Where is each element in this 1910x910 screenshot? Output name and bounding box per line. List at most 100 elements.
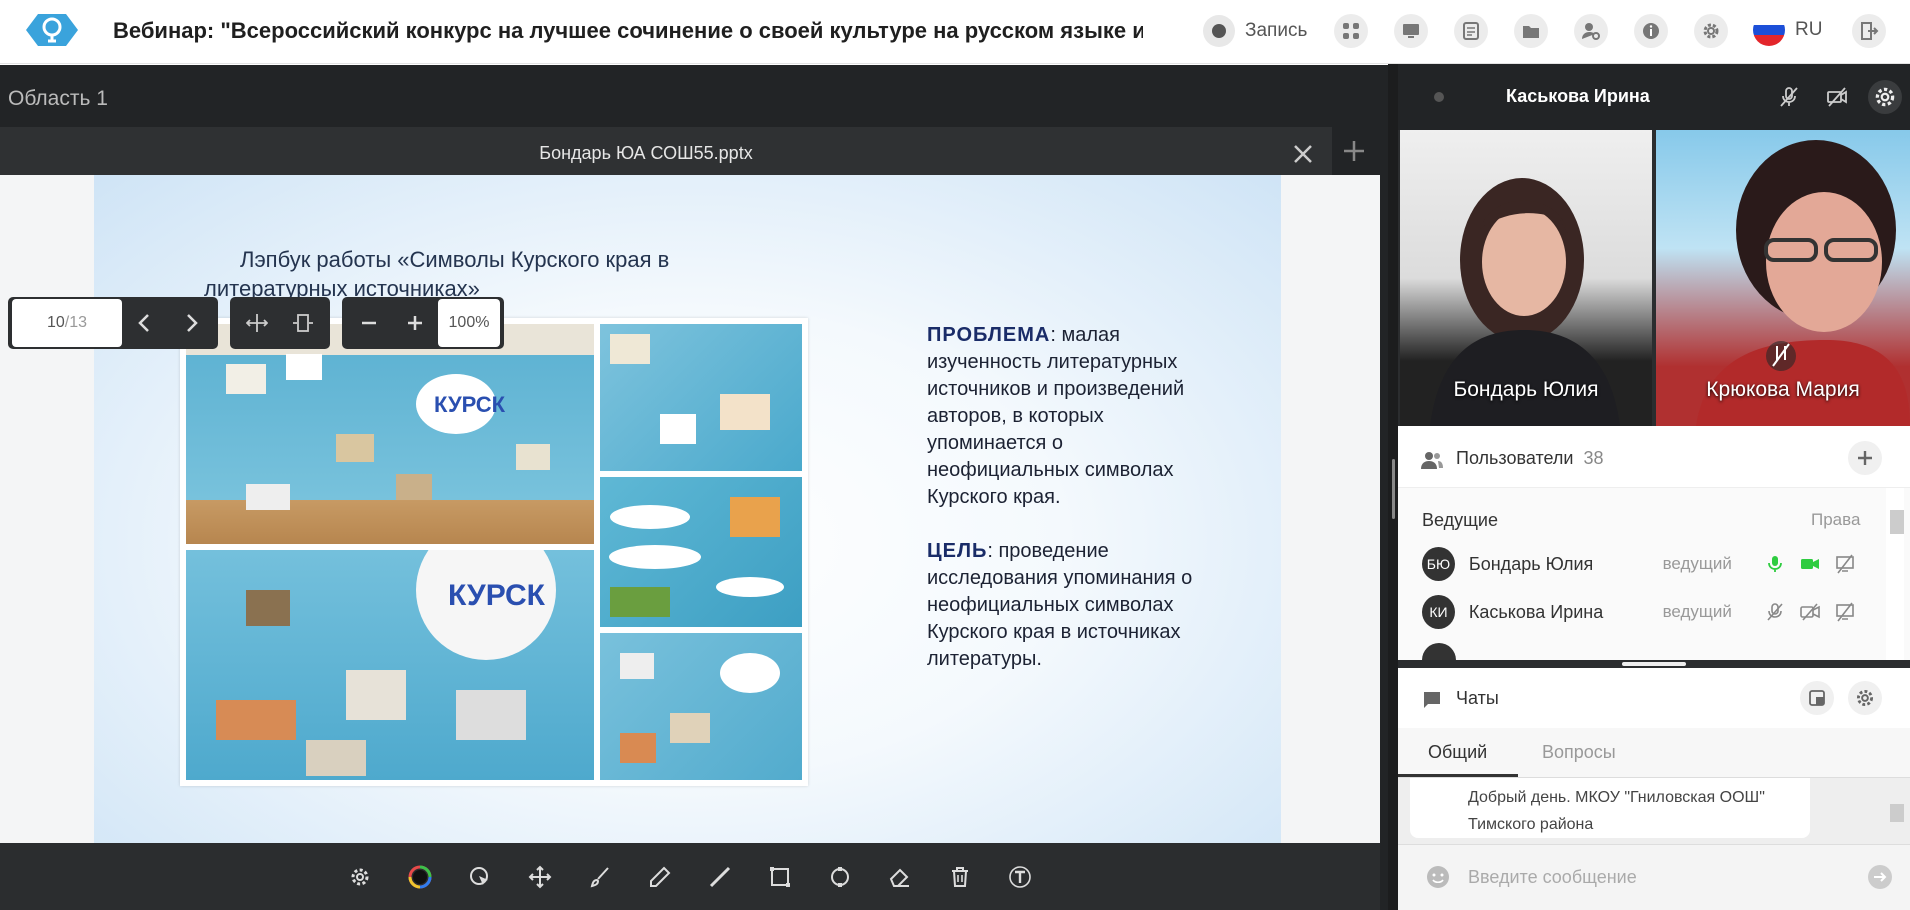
emoji-icon[interactable]	[1426, 865, 1450, 889]
workspace-pane: Область 1 Бондарь ЮА СОШ55.pptx Лэпбук р…	[0, 65, 1390, 910]
users-scrollbar[interactable]	[1886, 488, 1904, 660]
message-input[interactable]: Введите сообщение	[1468, 867, 1637, 888]
camera-on-icon[interactable]	[1792, 549, 1827, 579]
user-settings-icon[interactable]	[1574, 14, 1608, 48]
chat-icon	[1424, 692, 1440, 708]
app-logo[interactable]	[24, 10, 80, 50]
trash-icon[interactable]	[942, 859, 978, 895]
eraser-icon[interactable]	[882, 859, 918, 895]
chats-section-header[interactable]: Чаты	[1398, 668, 1910, 728]
svg-text:КУРСК: КУРСК	[434, 392, 506, 417]
next-page-icon[interactable]	[168, 299, 214, 347]
close-icon[interactable]	[1290, 141, 1316, 167]
pointer-icon[interactable]	[462, 859, 498, 895]
top-bar: Вебинар: "Всероссийский конкурс на лучше…	[0, 0, 1910, 64]
chat-scrollbar[interactable]	[1886, 778, 1904, 844]
add-user-icon[interactable]	[1848, 441, 1882, 475]
record-button[interactable]: Запись	[1203, 14, 1307, 48]
mic-on-icon[interactable]	[1757, 549, 1792, 579]
list-item[interactable]	[1422, 640, 1862, 660]
screen-share-icon[interactable]	[1827, 549, 1862, 579]
chat-export-icon[interactable]	[1800, 681, 1834, 715]
participants-pane: Каськова Ирина Бондарь Юлия Крюкова Мари…	[1398, 64, 1910, 910]
list-item[interactable]: БЮ Бондарь Юлия ведущий	[1422, 544, 1862, 584]
apps-icon[interactable]	[1334, 14, 1368, 48]
vertical-splitter[interactable]	[1388, 64, 1398, 910]
users-section-header[interactable]: Пользователи 38	[1398, 428, 1910, 488]
file-tab[interactable]: Бондарь ЮА СОШ55.pptx	[0, 127, 1332, 179]
document-icon[interactable]	[1454, 14, 1488, 48]
record-icon	[1203, 15, 1235, 47]
horizontal-splitter[interactable]	[1398, 660, 1910, 668]
status-indicator	[1434, 92, 1444, 102]
photo-lapbook-closeup: КУРСК	[186, 550, 594, 780]
zoom-in-icon[interactable]	[392, 299, 438, 347]
chat-messages: Добрый день. МКОУ "Гниловская ООШ" Тимск…	[1398, 778, 1910, 844]
page-total: /13	[64, 314, 88, 331]
webinar-title: Вебинар: "Всероссийский конкурс на лучше…	[113, 18, 1143, 43]
user-name: Бондарь Юлия	[1468, 553, 1594, 574]
zoom-level[interactable]: 100%	[438, 299, 500, 347]
zoom-out-icon[interactable]	[346, 299, 392, 347]
camera-off-icon[interactable]	[1792, 597, 1827, 627]
screen-share-icon[interactable]	[1394, 14, 1428, 48]
video-tile[interactable]: Бондарь Юлия	[1400, 130, 1652, 426]
file-name: Бондарь ЮА СОШ55.pptx	[539, 143, 753, 163]
avatar: БЮ	[1422, 547, 1455, 581]
zoom-controls: 100%	[342, 297, 504, 349]
settings-icon[interactable]	[1868, 80, 1902, 114]
page-input[interactable]: 10/13	[12, 299, 122, 347]
settings-icon[interactable]	[1694, 14, 1728, 48]
tab-questions[interactable]: Вопросы	[1542, 742, 1616, 763]
folder-icon[interactable]	[1514, 14, 1548, 48]
add-tab-icon[interactable]	[1340, 137, 1368, 165]
photo-lapbook-detail-3	[600, 633, 802, 780]
fit-width-icon[interactable]	[234, 299, 280, 347]
color-picker-icon[interactable]	[402, 859, 438, 895]
current-user-bar: Каськова Ирина	[1398, 64, 1910, 130]
current-user-name: Каськова Ирина	[1506, 86, 1650, 106]
prev-page-icon[interactable]	[122, 299, 168, 347]
screen-share-icon[interactable]	[1827, 597, 1862, 627]
text-icon[interactable]	[1002, 859, 1038, 895]
camera-off-icon[interactable]	[1820, 80, 1854, 114]
users-title: Пользователи	[1456, 448, 1574, 468]
avatar	[1422, 643, 1456, 660]
goal-label: ЦЕЛЬ	[927, 540, 988, 562]
fit-page-icon[interactable]	[280, 299, 326, 347]
video-tile[interactable]: Крюкова Мария	[1656, 130, 1910, 426]
viewer-toolbar: 10/13 100%	[8, 297, 504, 349]
mic-off-icon[interactable]	[1757, 597, 1792, 627]
video-participant-name: Крюкова Мария	[1706, 378, 1860, 401]
svg-text:КУРСК: КУРСК	[448, 579, 546, 612]
photo-lapbook-detail-1	[600, 324, 802, 471]
send-icon[interactable]	[1868, 865, 1892, 889]
drawing-toolbar	[0, 843, 1380, 910]
info-icon[interactable]	[1634, 14, 1668, 48]
photo-lapbook-open: КУРСК	[186, 324, 594, 544]
language-selector[interactable]: RU	[1753, 14, 1822, 46]
move-icon[interactable]	[522, 859, 558, 895]
line-icon[interactable]	[702, 859, 738, 895]
rectangle-icon[interactable]	[762, 859, 798, 895]
problem-label: ПРОБЛЕМА	[927, 324, 1051, 346]
users-list: Ведущие Права БЮ Бондарь Юлия ведущий КИ…	[1398, 488, 1910, 660]
chats-title: Чаты	[1456, 688, 1499, 708]
presentation-viewer: Лэпбук работы «Символы Курского края в л…	[0, 175, 1380, 843]
chat-settings-icon[interactable]	[1848, 681, 1882, 715]
fit-controls	[230, 297, 330, 349]
users-icon	[1421, 452, 1443, 469]
shape-icon[interactable]	[822, 859, 858, 895]
mic-off-icon[interactable]	[1772, 80, 1806, 114]
user-role: ведущий	[1662, 554, 1732, 573]
settings-icon[interactable]	[342, 859, 378, 895]
list-item[interactable]: КИ Каськова Ирина ведущий	[1422, 592, 1862, 632]
brush-icon[interactable]	[582, 859, 618, 895]
message-composer: Введите сообщение	[1398, 844, 1910, 910]
lapbook-photo-collage: КУРСК КУРСК	[180, 318, 808, 786]
video-grid: Бондарь Юлия Крюкова Мария	[1398, 130, 1910, 426]
exit-icon[interactable]	[1852, 14, 1886, 48]
tab-general[interactable]: Общий	[1428, 742, 1487, 763]
avatar: КИ	[1422, 595, 1455, 629]
pen-icon[interactable]	[642, 859, 678, 895]
